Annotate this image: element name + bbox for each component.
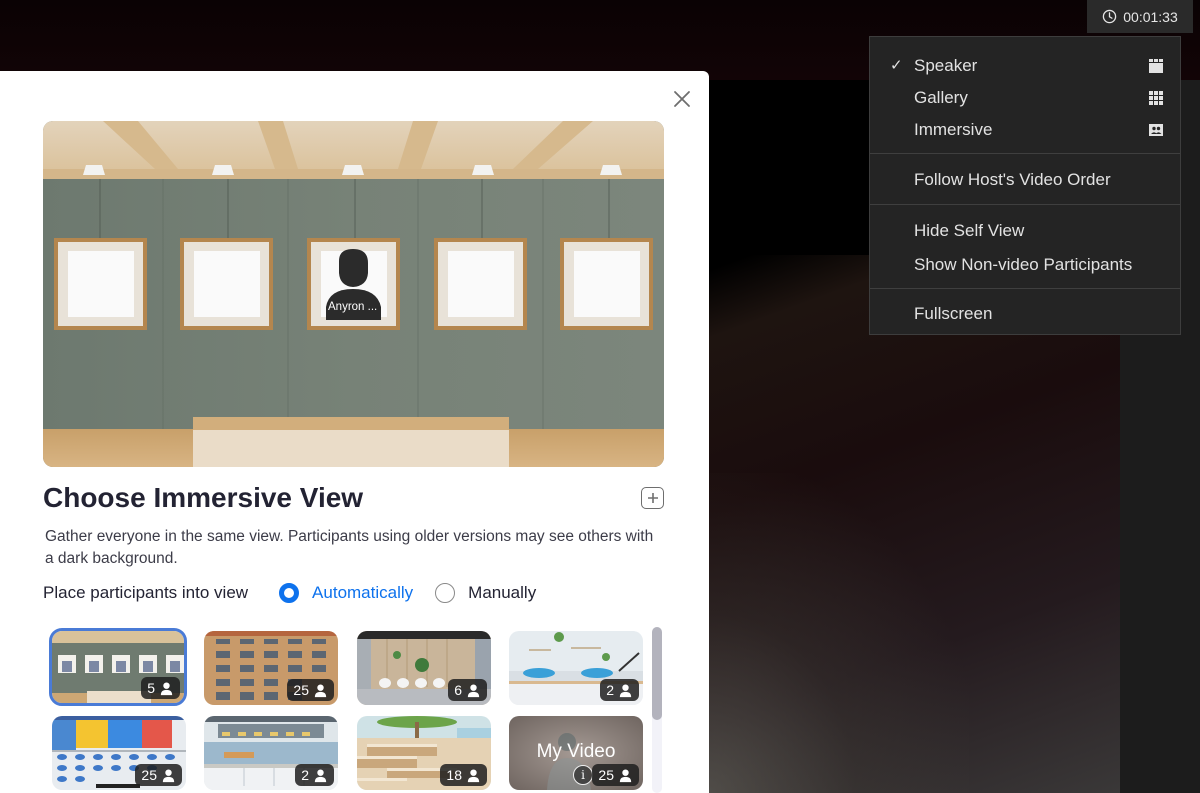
radio-manually[interactable]: Manually: [435, 583, 536, 603]
menu-item-label: Gallery: [914, 88, 968, 107]
menu-item-speaker[interactable]: ✓ Speaker: [870, 50, 1180, 82]
scene-thumbnail-classroom[interactable]: 25: [52, 716, 186, 790]
clock-icon: [1103, 9, 1117, 24]
menu-item-label: Fullscreen: [914, 304, 993, 323]
capacity-count: 25: [293, 682, 309, 698]
person-icon: [314, 769, 327, 782]
capacity-badge: 25: [592, 764, 639, 786]
capacity-count: 2: [606, 682, 614, 698]
info-icon[interactable]: i: [573, 765, 593, 785]
menu-item-follow-host-video-order[interactable]: Follow Host's Video Order: [870, 164, 1180, 196]
art-gallery-scene-image: [43, 121, 664, 467]
capacity-badge: 18: [440, 764, 487, 786]
menu-item-immersive[interactable]: Immersive: [870, 114, 1180, 146]
menu-item-show-non-video-participants[interactable]: Show Non-video Participants: [870, 248, 1180, 282]
menu-item-gallery[interactable]: Gallery: [870, 82, 1180, 114]
scene-thumbnail-library[interactable]: 18: [357, 716, 491, 790]
radio-button-checked[interactable]: [279, 583, 300, 603]
capacity-badge: 6: [448, 679, 487, 701]
dialog-title: Choose Immersive View: [43, 482, 364, 513]
capacity-count: 5: [147, 680, 155, 696]
radio-button[interactable]: [435, 583, 456, 603]
menu-item-label: Show Non-video Participants: [914, 255, 1133, 274]
person-icon: [467, 684, 480, 697]
menu-item-fullscreen[interactable]: Fullscreen: [870, 298, 1180, 330]
scene-thumbnail-grid: 5 25 6 2 25 2 18 My Video i 25: [49, 628, 649, 793]
my-video-label: My Video: [536, 741, 616, 762]
capacity-badge: 25: [287, 679, 334, 701]
scene-preview: Anyron ...: [43, 121, 664, 467]
person-icon: [162, 769, 175, 782]
person-icon: [467, 769, 480, 782]
gallery-grid-icon: [1149, 91, 1163, 105]
menu-section-fullscreen: Fullscreen: [870, 289, 1180, 330]
participant-name-label: Anyron ...: [328, 301, 378, 313]
immersive-view-icon: [1149, 124, 1163, 136]
menu-section-order: Follow Host's Video Order: [870, 154, 1180, 205]
capacity-count: 6: [454, 682, 462, 698]
radio-label: Manually: [468, 583, 537, 602]
scene-thumbnail-living-room[interactable]: 2: [509, 631, 643, 705]
capacity-badge: 25: [135, 764, 182, 786]
placement-label: Place participants into view: [43, 583, 249, 602]
speaker-view-icon: [1149, 59, 1163, 73]
scene-thumbnail-my-video[interactable]: My Video i 25: [509, 716, 643, 790]
menu-section-layouts: ✓ Speaker Gallery Immersive: [870, 37, 1180, 154]
person-icon: [619, 684, 632, 697]
view-menu: ✓ Speaker Gallery Immersive Follow Host'…: [869, 36, 1181, 335]
scene-thumbnail-office[interactable]: 6: [357, 631, 491, 705]
person-icon: [160, 682, 173, 695]
dialog-description: Gather everyone in the same view. Partic…: [45, 528, 654, 567]
scrollbar-thumb[interactable]: [652, 627, 662, 720]
capacity-count: 25: [141, 767, 157, 783]
menu-item-label: Follow Host's Video Order: [914, 170, 1111, 189]
capacity-badge: 2: [295, 764, 334, 786]
capacity-badge: 2: [600, 679, 639, 701]
radio-label: Automatically: [312, 583, 414, 602]
checkmark-icon: ✓: [890, 57, 903, 74]
scene-thumbnail-cafe[interactable]: 2: [204, 716, 338, 790]
side-panel-strip: [1120, 330, 1200, 793]
menu-item-hide-self-view[interactable]: Hide Self View: [870, 214, 1180, 248]
menu-item-label: Hide Self View: [914, 221, 1025, 240]
menu-item-label: Immersive: [914, 120, 993, 139]
radio-automatically[interactable]: Automatically: [279, 583, 413, 603]
placement-options: Place participants into view Automatical…: [43, 581, 536, 605]
menu-section-visibility: Hide Self View Show Non-video Participan…: [870, 205, 1180, 289]
person-icon: [619, 769, 632, 782]
capacity-badge: 5: [141, 677, 180, 699]
person-icon: [314, 684, 327, 697]
add-scene-button[interactable]: [641, 487, 664, 509]
menu-item-label: Speaker: [914, 56, 978, 75]
scene-thumbnail-auditorium[interactable]: 25: [204, 631, 338, 705]
plus-icon: [647, 493, 658, 503]
close-icon[interactable]: [671, 88, 693, 110]
capacity-count: 18: [446, 767, 462, 783]
timer-value: 00:01:33: [1123, 8, 1178, 25]
capacity-count: 25: [598, 767, 614, 783]
meeting-timer: 00:01:33: [1087, 0, 1193, 33]
scene-thumbnail-art-gallery[interactable]: 5: [49, 628, 187, 706]
capacity-count: 2: [301, 767, 309, 783]
